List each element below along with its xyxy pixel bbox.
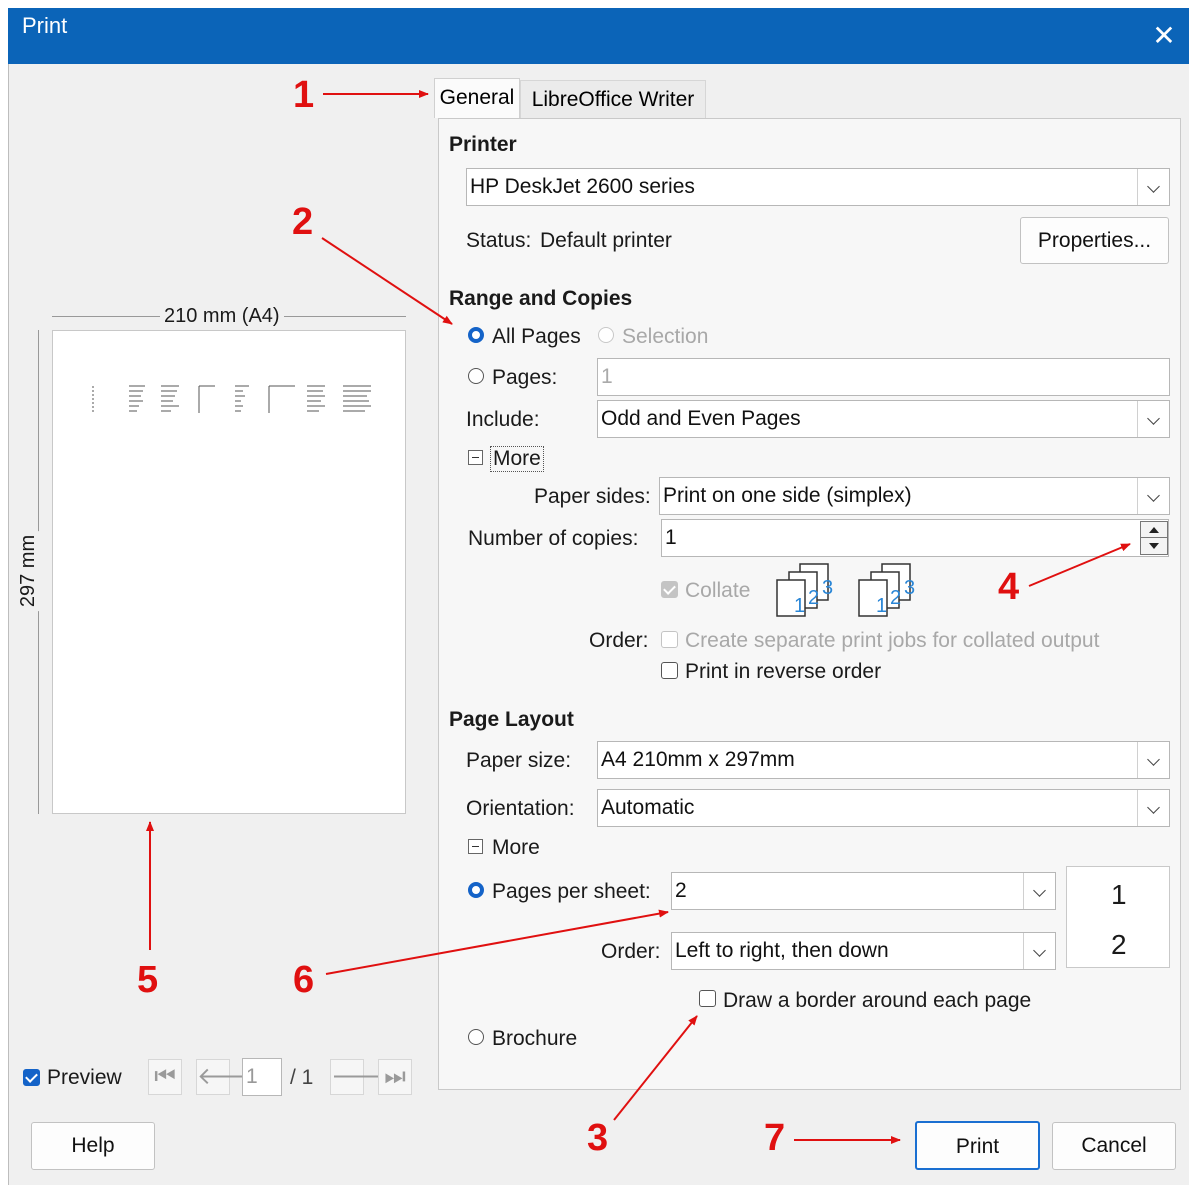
selection-radio <box>598 327 614 343</box>
svg-text:2: 2 <box>808 587 819 609</box>
paper-sides-label: Paper sides: <box>534 485 651 508</box>
paper-sides-select[interactable]: Print on one side (simplex) <box>659 477 1170 515</box>
chevron-down-icon <box>1023 933 1055 969</box>
window-title: Print <box>22 13 68 38</box>
page-layout-section-title: Page Layout <box>449 708 574 731</box>
pages-radio[interactable] <box>468 368 484 384</box>
page-total-label: / 1 <box>290 1066 314 1089</box>
properties-button[interactable]: Properties... <box>1020 217 1169 264</box>
close-icon[interactable]: ✕ <box>1139 8 1189 64</box>
status-value: Default printer <box>540 229 672 252</box>
order-label: Order: <box>589 629 649 652</box>
status-label: Status: <box>466 229 532 252</box>
orientation-label: Orientation: <box>466 797 575 820</box>
layout-order-label: Order: <box>601 940 661 963</box>
sheet-preview-page-2: 2 <box>1111 929 1127 960</box>
preview-height-label: 297 mm <box>15 530 42 612</box>
collate-pages-icon: 321 <box>858 563 915 617</box>
layout-order-select[interactable]: Left to right, then down <box>671 932 1056 970</box>
collate-label: Collate <box>685 579 751 602</box>
draw-border-label[interactable]: Draw a border around each page <box>723 988 1031 1014</box>
page-number-input[interactable]: 1 <box>242 1058 282 1096</box>
annotation-2: 2 <box>292 201 314 243</box>
previous-page-icon[interactable]: 🡐 <box>196 1059 261 1095</box>
pages-per-sheet-radio[interactable] <box>468 882 484 898</box>
printer-select-value: HP DeskJet 2600 series <box>470 175 695 198</box>
svg-text:3: 3 <box>904 577 915 599</box>
preview-checkbox[interactable] <box>23 1069 40 1086</box>
all-pages-radio[interactable] <box>468 327 484 343</box>
last-page-icon[interactable]: ⏭ <box>378 1059 412 1095</box>
chevron-down-icon <box>1137 742 1169 778</box>
chevron-down-icon <box>1023 873 1055 909</box>
sheet-preview-page-1: 1 <box>1111 879 1127 910</box>
next-page-icon[interactable]: 🡒 <box>330 1059 395 1095</box>
print-button[interactable]: Print <box>915 1121 1040 1170</box>
reverse-order-label[interactable]: Print in reverse order <box>685 659 881 685</box>
preview-page <box>52 330 406 814</box>
include-select-value: Odd and Even Pages <box>601 407 801 430</box>
more-range-expander-icon[interactable] <box>468 450 483 465</box>
first-page-icon[interactable]: ⏮ <box>148 1059 182 1095</box>
copies-label: Number of copies: <box>468 527 639 550</box>
sheet-layout-preview: 1 2 <box>1066 866 1170 968</box>
copies-input[interactable]: 1 <box>661 519 1169 557</box>
draw-border-checkbox[interactable] <box>699 990 716 1007</box>
tab-general[interactable]: General <box>434 78 520 118</box>
separate-jobs-checkbox <box>661 631 678 648</box>
paper-size-label: Paper size: <box>466 749 572 772</box>
chevron-down-icon <box>1137 169 1169 205</box>
layout-order-select-value: Left to right, then down <box>675 939 889 962</box>
brochure-label[interactable]: Brochure <box>492 1026 577 1052</box>
preview-width-label: 210 mm (A4) <box>160 303 284 329</box>
pages-label[interactable]: Pages: <box>492 365 557 391</box>
more-range-label[interactable]: More <box>490 446 544 472</box>
annotation-4: 4 <box>998 566 1020 608</box>
printer-section-title: Printer <box>449 133 517 156</box>
pages-per-sheet-label[interactable]: Pages per sheet: <box>492 879 651 905</box>
preview-checkbox-label[interactable]: Preview <box>47 1065 122 1091</box>
reverse-order-checkbox[interactable] <box>661 662 678 679</box>
pages-input[interactable]: 1 <box>597 358 1170 396</box>
paper-sides-select-value: Print on one side (simplex) <box>663 484 912 507</box>
all-pages-label[interactable]: All Pages <box>492 324 581 350</box>
help-button[interactable]: Help <box>31 1122 155 1170</box>
svg-text:2: 2 <box>890 587 901 609</box>
annotation-5: 5 <box>137 959 159 1001</box>
svg-text:1: 1 <box>876 595 887 617</box>
paper-size-select-value: A4 210mm x 297mm <box>601 748 795 771</box>
orientation-select[interactable]: Automatic <box>597 789 1170 827</box>
chevron-down-icon <box>1137 401 1169 437</box>
separate-jobs-label: Create separate print jobs for collated … <box>685 629 1100 652</box>
cancel-button[interactable]: Cancel <box>1052 1122 1176 1170</box>
pages-per-sheet-select-value: 2 <box>675 879 687 902</box>
collate-checkbox <box>661 581 678 598</box>
annotation-3: 3 <box>587 1117 609 1159</box>
brochure-radio[interactable] <box>468 1029 484 1045</box>
selection-label: Selection <box>622 325 709 348</box>
printer-select[interactable]: HP DeskJet 2600 series <box>466 168 1170 206</box>
collate-pages-icon: 321 <box>776 563 833 617</box>
range-section-title: Range and Copies <box>449 287 633 310</box>
more-layout-expander-icon[interactable] <box>468 839 483 854</box>
include-select[interactable]: Odd and Even Pages <box>597 400 1170 438</box>
title-bar: Print <box>8 8 1189 64</box>
chevron-down-icon <box>1137 478 1169 514</box>
svg-text:1: 1 <box>794 595 805 617</box>
orientation-select-value: Automatic <box>601 796 695 819</box>
more-layout-label[interactable]: More <box>492 835 540 861</box>
svg-text:3: 3 <box>822 577 833 599</box>
pages-per-sheet-select[interactable]: 2 <box>671 872 1056 910</box>
chevron-down-icon <box>1137 790 1169 826</box>
annotation-1: 1 <box>293 74 315 116</box>
tab-libreoffice-writer[interactable]: LibreOffice Writer <box>520 80 706 118</box>
annotation-7: 7 <box>764 1117 786 1159</box>
include-label: Include: <box>466 408 540 431</box>
copies-decrement-icon[interactable] <box>1140 537 1168 555</box>
paper-size-select[interactable]: A4 210mm x 297mm <box>597 741 1170 779</box>
annotation-6: 6 <box>293 959 315 1001</box>
preview-page-content <box>92 385 371 413</box>
